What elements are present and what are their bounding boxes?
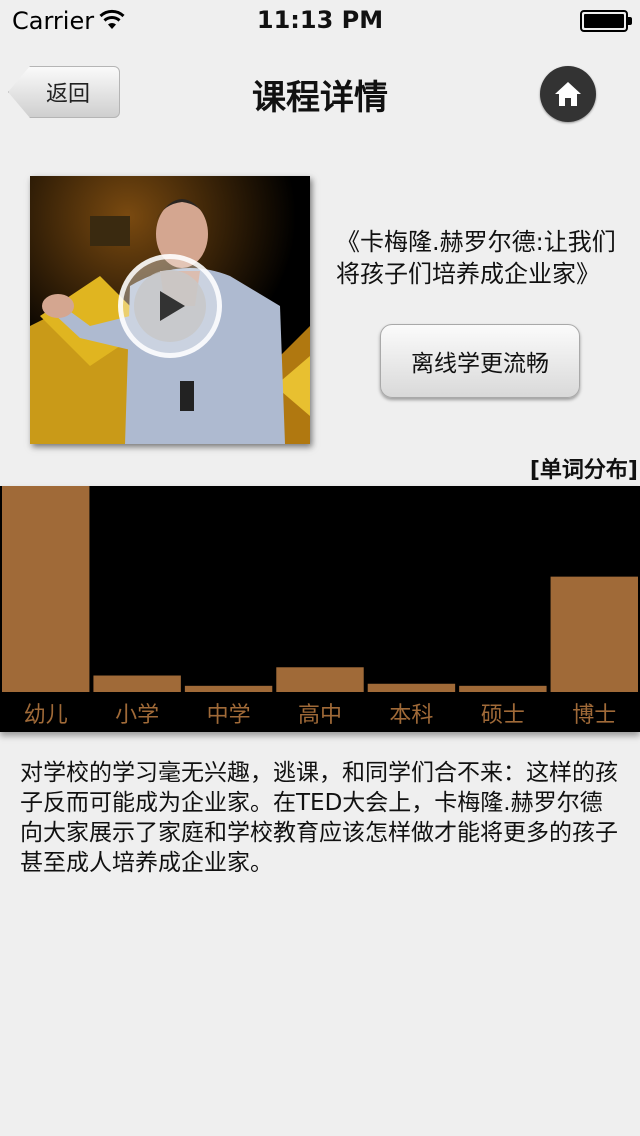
bar-4 bbox=[367, 683, 456, 692]
home-button[interactable] bbox=[540, 66, 596, 122]
bar-6 bbox=[550, 576, 638, 692]
offline-study-button[interactable]: 离线学更流畅 bbox=[380, 324, 580, 398]
bar-1 bbox=[93, 675, 181, 692]
status-bar: Carrier 11:13 PM bbox=[0, 0, 640, 40]
bar-5 bbox=[459, 685, 547, 692]
tick-label-4: 本科 bbox=[389, 703, 433, 728]
word-distribution-label: [单词分布] bbox=[529, 458, 638, 483]
bar-2 bbox=[184, 685, 273, 692]
battery-icon bbox=[580, 10, 632, 32]
chart-svg: 幼儿 小学 中学 高中 本科 硕士 博士 bbox=[2, 486, 638, 728]
course-title: 《卡梅隆.赫罗尔德:让我们将孩子们培养成企业家》 bbox=[336, 228, 616, 288]
bar-0 bbox=[2, 486, 90, 692]
offline-study-label: 离线学更流畅 bbox=[411, 351, 549, 377]
word-distribution-chart: 幼儿 小学 中学 高中 本科 硕士 博士 bbox=[0, 486, 640, 732]
bar-3 bbox=[276, 667, 364, 692]
play-icon bbox=[160, 291, 185, 321]
tick-label-2: 中学 bbox=[207, 703, 251, 728]
tick-label-1: 小学 bbox=[115, 703, 159, 728]
home-icon bbox=[555, 82, 581, 106]
course-description: 对学校的学习毫无兴趣，逃课，和同学们合不来：这样的孩子反而可能成为企业家。在TE… bbox=[20, 760, 618, 876]
tick-label-5: 硕士 bbox=[481, 703, 525, 728]
tick-label-3: 高中 bbox=[298, 703, 342, 728]
status-clock: 11:13 PM bbox=[256, 6, 384, 34]
tick-label-0: 幼儿 bbox=[24, 703, 68, 728]
play-button[interactable] bbox=[118, 254, 222, 358]
tick-label-6: 博士 bbox=[572, 703, 616, 728]
